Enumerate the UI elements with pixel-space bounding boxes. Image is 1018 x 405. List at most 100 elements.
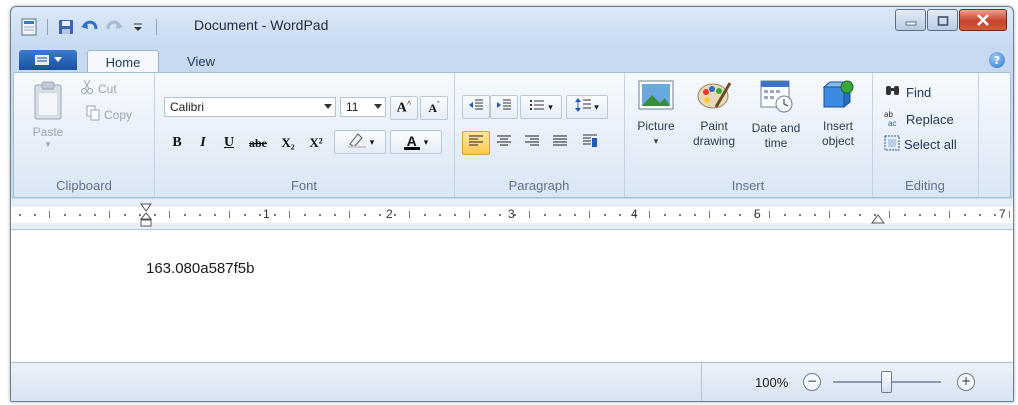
right-indent-marker[interactable] [871, 213, 885, 225]
font-color-button[interactable]: A ▾ [390, 130, 442, 154]
increase-indent-button[interactable] [490, 95, 518, 119]
justify-icon [552, 134, 568, 153]
paste-icon [34, 81, 62, 120]
ruler-tick [484, 214, 486, 216]
ruler-tick [664, 214, 666, 216]
shrink-font-button[interactable]: Aˇ [420, 96, 448, 120]
cut-label: Cut [98, 82, 117, 96]
ruler-tick [679, 214, 681, 216]
date-time-button[interactable]: Date and time [746, 79, 806, 151]
undo-icon[interactable] [80, 17, 100, 37]
picture-button[interactable]: Picture ▾ [626, 79, 686, 149]
zoom-slider-thumb[interactable] [881, 371, 892, 393]
ruler-tick [619, 214, 621, 216]
paste-button[interactable]: Paste ▾ [26, 81, 70, 150]
chevron-down-icon [374, 104, 382, 109]
app-icon[interactable] [19, 17, 39, 37]
ruler-tick [394, 214, 396, 216]
group-insert: Picture ▾ Paint drawing Date and time In… [624, 73, 873, 197]
subscript-button[interactable]: X₂ [274, 131, 302, 155]
svg-text:ac: ac [888, 119, 896, 127]
chevron-down-icon: ▾ [594, 101, 599, 112]
bold-button[interactable]: B [164, 131, 190, 155]
close-button[interactable] [959, 9, 1007, 31]
ruler-tick [214, 214, 216, 216]
maximize-button[interactable] [927, 9, 958, 31]
ruler-tick [844, 214, 846, 216]
underline-button[interactable]: U [216, 131, 242, 155]
redo-icon[interactable] [104, 17, 124, 37]
font-size-value: 11 [346, 100, 359, 114]
insert-object-button[interactable]: Insert object [808, 79, 868, 149]
align-right-button[interactable] [518, 131, 546, 155]
increase-indent-icon [496, 98, 512, 117]
ruler-tick [529, 211, 530, 218]
ruler-tick [79, 214, 81, 216]
zoom-in-button[interactable]: + [957, 373, 975, 391]
align-center-button[interactable] [490, 131, 518, 155]
superscript-button[interactable]: X² [302, 131, 330, 155]
application-menu-button[interactable] [19, 50, 77, 70]
tab-home[interactable]: Home [87, 50, 159, 73]
grow-font-button[interactable]: A^ [390, 96, 418, 120]
ruler-tick [829, 211, 830, 218]
line-spacing-button[interactable]: ▾ [566, 95, 608, 119]
ruler-tick [859, 214, 861, 216]
clipboard-group-label: Clipboard [56, 178, 112, 193]
minimize-button[interactable] [895, 9, 926, 31]
maximize-icon [937, 11, 949, 30]
paint-drawing-button[interactable]: Paint drawing [684, 79, 744, 149]
group-font: Calibri 11 A^ Aˇ B I U abe X₂ X² ▾ A ▾ F… [154, 73, 455, 197]
select-all-icon [884, 135, 900, 154]
italic-button[interactable]: I [190, 131, 216, 155]
highlight-button[interactable]: ▾ [334, 130, 386, 154]
ruler-tick [709, 211, 710, 218]
decrease-indent-button[interactable] [462, 95, 490, 119]
copy-button[interactable]: Copy [86, 105, 132, 125]
align-right-icon [524, 134, 540, 153]
ruler-tick [964, 214, 966, 216]
date-time-icon [758, 80, 794, 117]
ruler-tick [409, 211, 410, 218]
zoom-in-icon: + [960, 374, 972, 388]
paint-icon [696, 82, 732, 115]
paragraph-button[interactable] [576, 131, 604, 155]
replace-button[interactable]: ab ac Replace [884, 109, 954, 130]
bullets-button[interactable]: ▾ [520, 95, 562, 119]
ruler-tick [274, 214, 276, 216]
ruler-tick [949, 211, 950, 218]
ruler-tick [64, 214, 66, 216]
chevron-down-icon: ▾ [369, 136, 375, 147]
align-left-button[interactable] [462, 131, 490, 155]
ruler-number: 7 [999, 207, 1006, 221]
select-all-button[interactable]: Select all [884, 135, 957, 154]
zoom-level: 100% [755, 375, 789, 390]
indent-marker[interactable] [139, 203, 153, 227]
help-icon[interactable]: ? [989, 52, 1005, 68]
picture-icon [638, 80, 674, 115]
font-family-select[interactable]: Calibri [164, 97, 336, 117]
strikethrough-button[interactable]: abe [242, 131, 274, 155]
ruler-tick [559, 214, 561, 216]
quick-access-toolbar [19, 16, 161, 38]
font-size-select[interactable]: 11 [340, 97, 386, 117]
find-button[interactable]: Find [884, 83, 931, 102]
close-icon [976, 11, 990, 30]
ruler[interactable]: 1 2 3 4 5 7 [11, 199, 1013, 230]
document-area[interactable]: 163.080a587f5b [11, 230, 1013, 362]
ruler-tick [499, 214, 501, 216]
tab-view[interactable]: View [171, 50, 231, 72]
customize-icon[interactable] [128, 17, 148, 37]
ruler-tick [319, 214, 321, 216]
app-menu-icon [35, 55, 49, 65]
date-time-label-line1: Date and [751, 121, 801, 135]
align-center-icon [496, 134, 512, 153]
date-time-label-line2: time [764, 136, 788, 150]
document-text[interactable]: 163.080a587f5b [146, 260, 254, 277]
cut-button[interactable]: Cut [80, 79, 117, 99]
zoom-out-button[interactable]: − [803, 373, 821, 391]
justify-button[interactable] [546, 131, 574, 155]
paragraph-icon [582, 133, 598, 154]
ruler-tick [94, 214, 96, 216]
save-icon[interactable] [56, 17, 76, 37]
